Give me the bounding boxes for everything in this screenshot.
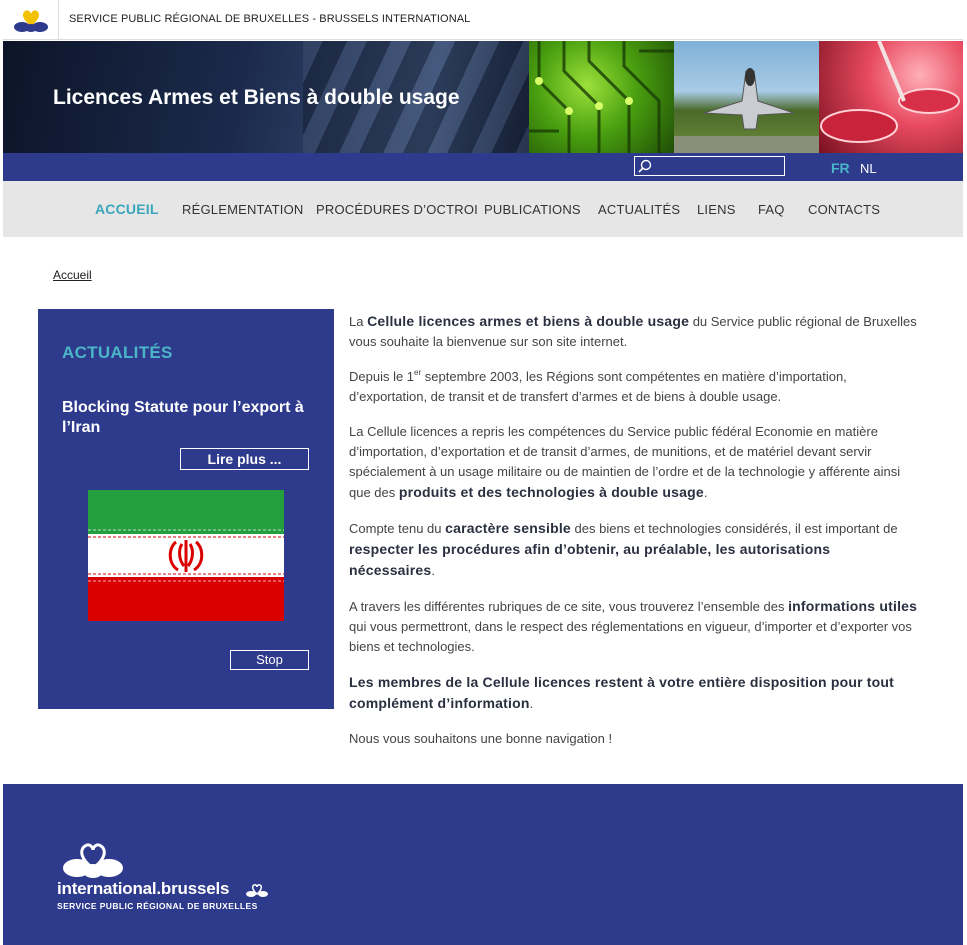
intro-paragraph: La Cellule licences armes et biens à dou…	[349, 311, 919, 352]
nav-item-publications[interactable]: PUBLICATIONS	[484, 202, 581, 217]
emphasis: caractère sensible	[445, 520, 571, 536]
search-input[interactable]	[634, 156, 785, 176]
main-nav: ACCUEIL RÉGLEMENTATION PROCÉDURES D’OCTR…	[3, 181, 963, 237]
emphasis: respecter les procédures afin d’obtenir,…	[349, 541, 831, 578]
footer-brand[interactable]: international.brussels	[57, 879, 229, 899]
circuit-board-photo	[529, 41, 674, 153]
procedure-paragraph: Compte tenu du caractère sensible des bi…	[349, 518, 919, 581]
top-bar: SERVICE PUBLIC RÉGIONAL DE BRUXELLES - B…	[3, 0, 963, 40]
site-banner: Licences Armes et Biens à double usage	[3, 41, 963, 153]
page: SERVICE PUBLIC RÉGIONAL DE BRUXELLES - B…	[3, 0, 963, 945]
petri-dish-icon	[820, 41, 960, 143]
iran-flag-image	[88, 490, 284, 621]
footer-subtitle: SERVICE PUBLIC RÉGIONAL DE BRUXELLES	[57, 901, 258, 911]
footer-heart-logo-icon[interactable]	[57, 838, 129, 880]
nav-item-contacts[interactable]: CONTACTS	[808, 202, 880, 217]
emphasis: produits et des technologies à double us…	[398, 484, 704, 500]
footer: international.brussels SERVICE PUBLIC RÉ…	[3, 784, 963, 945]
closing-paragraph: Nous vous souhaitons une bonne navigatio…	[349, 731, 613, 746]
utility-bar: FR NL	[3, 153, 963, 181]
brussels-heart-icon	[14, 10, 48, 32]
text-run: .	[703, 485, 708, 500]
text-run: .	[529, 696, 534, 711]
text-run: Compte tenu du	[349, 521, 446, 536]
language-nl[interactable]: NL	[860, 161, 877, 176]
org-name: SERVICE PUBLIC RÉGIONAL DE BRUXELLES - B…	[69, 13, 471, 25]
text-run: .	[431, 563, 436, 578]
read-more-button[interactable]: Lire plus ...	[180, 448, 309, 470]
welcome-text: La Cellule licences armes et biens à dou…	[349, 311, 919, 764]
nav-item-faq[interactable]: FAQ	[758, 202, 785, 217]
nav-item-procedures[interactable]: PROCÉDURES D’OCTROI	[316, 202, 478, 217]
search-icon[interactable]	[638, 159, 652, 173]
circuit-traces-icon	[529, 41, 674, 153]
news-headline[interactable]: Blocking Statute pour l’export à l’Iran	[62, 398, 312, 438]
nav-item-reglementation[interactable]: RÉGLEMENTATION	[182, 202, 304, 217]
info-paragraph: A travers les différentes rubriques de c…	[349, 596, 919, 657]
text-run: septembre 2003, les Régions sont compéte…	[349, 369, 847, 404]
lab-petri-photo	[819, 41, 963, 153]
nav-item-actualites[interactable]: ACTUALITÉS	[598, 202, 680, 217]
emphasis: Cellule licences armes et biens à double…	[367, 313, 690, 329]
news-heading: ACTUALITÉS	[62, 343, 173, 362]
nav-item-liens[interactable]: LIENS	[697, 202, 736, 217]
text-run: qui vous permettront, dans le respect de…	[349, 619, 912, 654]
news-panel: ACTUALITÉS Blocking Statute pour l’expor…	[38, 309, 334, 709]
stop-button[interactable]: Stop	[230, 650, 309, 670]
brussels-logo[interactable]	[3, 0, 59, 40]
text-run: La	[349, 314, 368, 329]
fighter-jet-photo	[674, 41, 819, 153]
competence-paragraph: Depuis le 1er septembre 2003, les Région…	[349, 367, 919, 407]
text-run: des biens et technologies considérés, il…	[570, 521, 898, 536]
nav-item-accueil[interactable]: ACCUEIL	[95, 201, 159, 217]
emphasis: Les membres de la Cellule licences reste…	[349, 674, 895, 711]
text-run: Depuis le 1	[349, 369, 415, 384]
small-heart-icon	[246, 884, 268, 897]
contact-paragraph: Les membres de la Cellule licences reste…	[349, 672, 919, 714]
text-run: A travers les différentes rubriques de c…	[349, 599, 789, 614]
breadcrumb-home[interactable]: Accueil	[53, 268, 92, 282]
language-fr[interactable]: FR	[831, 160, 850, 176]
scope-paragraph: La Cellule licences a repris les compéte…	[349, 422, 919, 503]
emphasis: informations utiles	[788, 598, 918, 614]
jet-icon	[674, 68, 819, 153]
site-title[interactable]: Licences Armes et Biens à double usage	[53, 86, 460, 110]
